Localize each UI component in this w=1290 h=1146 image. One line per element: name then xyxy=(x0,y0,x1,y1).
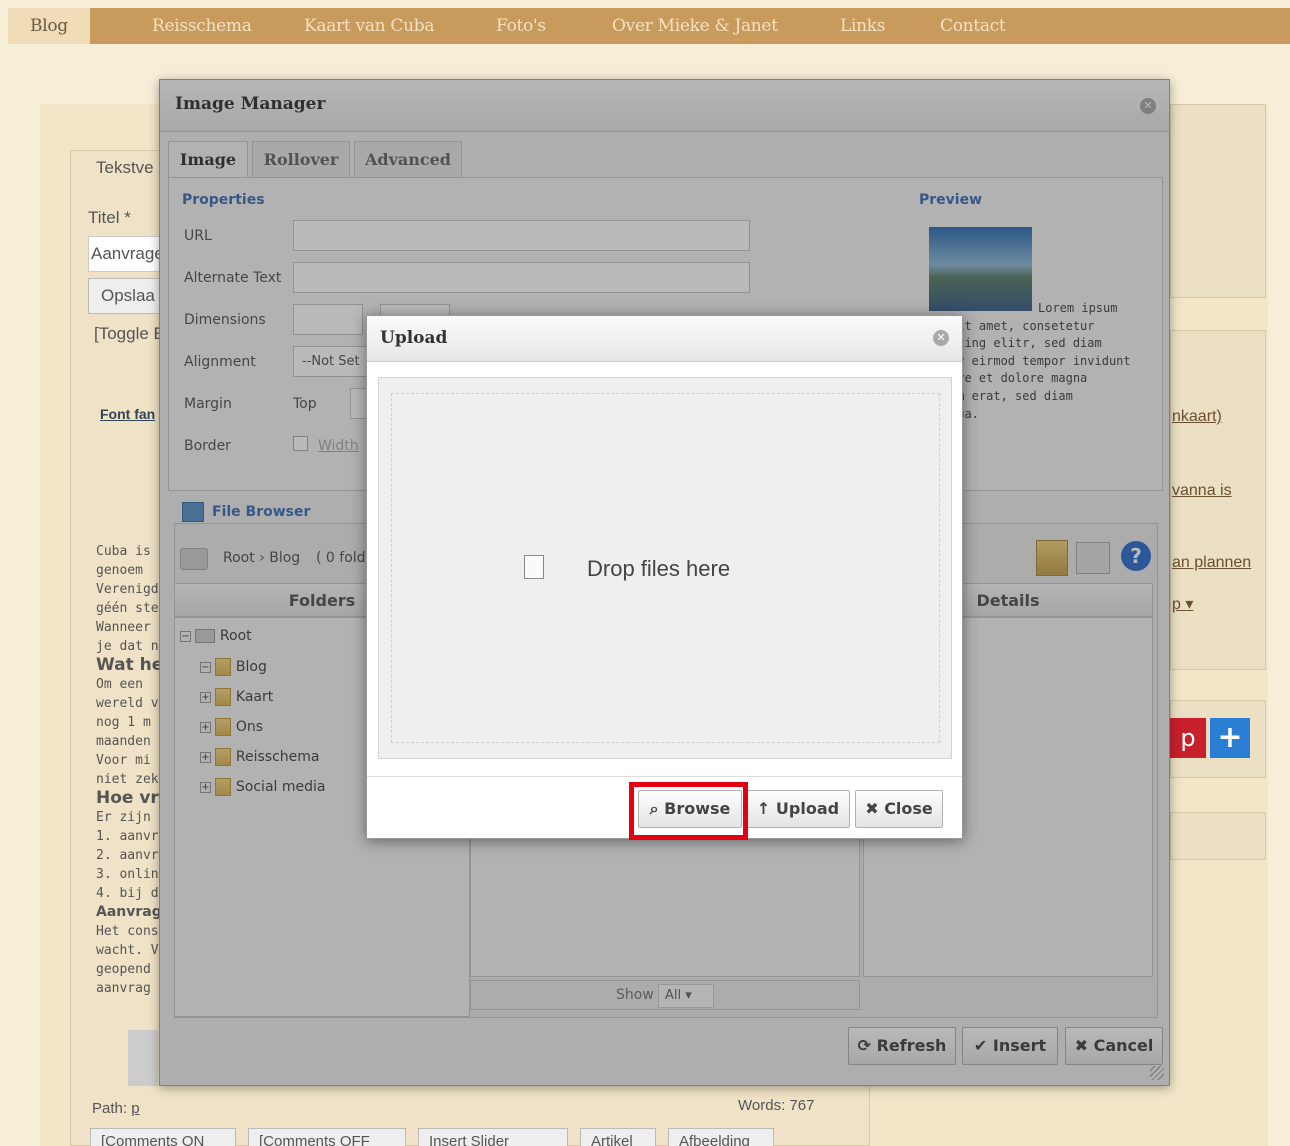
editor-line: 2. aanvr xyxy=(96,848,159,863)
editor-line: Wanneer xyxy=(96,620,151,635)
editor-line: 4. bij de xyxy=(96,886,167,901)
editor-line: Voor mi xyxy=(96,753,151,768)
upload-title: Upload xyxy=(380,328,448,348)
title-label: Titel * xyxy=(88,208,131,227)
close-label: Close xyxy=(884,799,933,818)
nav-kaart-van-cuba[interactable]: Kaart van Cuba xyxy=(304,8,435,44)
toggle-link[interactable]: [Toggle E xyxy=(94,324,165,344)
pinterest-icon[interactable]: p xyxy=(1170,718,1206,758)
editor-line: Er zijn 4 xyxy=(96,810,167,825)
nav-blog[interactable]: Blog xyxy=(8,8,90,44)
comments-on-button[interactable]: [Comments ON xyxy=(90,1128,236,1146)
editor-line: niet zeke xyxy=(96,772,167,787)
sidebar-box xyxy=(1170,104,1266,298)
title-input[interactable]: Aanvrage xyxy=(88,236,168,272)
editor-line: wacht. V xyxy=(96,943,159,958)
site-nav: Blog Reisschema Kaart van Cuba Foto's Ov… xyxy=(8,8,1290,44)
sidebar-box xyxy=(1170,330,1266,670)
sidebar-link[interactable]: vanna is xyxy=(1172,482,1232,500)
editor-line: 3. online xyxy=(96,867,167,882)
sidebar-link[interactable]: an plannen xyxy=(1172,554,1251,572)
editor-heading: Aanvrag xyxy=(96,904,162,920)
editor-content: Cuba is genoem Verenigd géén ste Wanneer… xyxy=(96,542,166,998)
editor-line: Het cons xyxy=(96,924,159,939)
nav-over[interactable]: Over Mieke & Janet xyxy=(612,8,778,44)
highlight-box xyxy=(629,782,748,840)
nav-contact[interactable]: Contact xyxy=(940,8,1006,44)
word-count: Words: 767 xyxy=(738,1097,815,1114)
sidebar-link[interactable]: nkaart) xyxy=(1172,408,1222,426)
drop-text: Drop files here xyxy=(587,556,731,581)
editor-line: Cuba is xyxy=(96,544,151,559)
editor-line: Om een xyxy=(96,677,143,692)
save-button[interactable]: Opslaa xyxy=(88,278,168,314)
arrow-up-icon: ↑ xyxy=(756,799,771,818)
sidebar-box xyxy=(1170,812,1266,860)
editor-heading: Hoe vr xyxy=(96,788,159,808)
nav-links[interactable]: Links xyxy=(840,8,886,44)
editor-line: nog 1 m xyxy=(96,715,151,730)
close-x-icon: ✖ xyxy=(865,799,879,818)
fieldset-legend: Tekstve xyxy=(96,158,154,177)
upload-label: Upload xyxy=(775,799,840,818)
editor-line: géén ste xyxy=(96,601,159,616)
path-label: Path: p xyxy=(92,1100,140,1117)
editor-line: wereld v xyxy=(96,696,159,711)
add-share-icon[interactable]: + xyxy=(1210,718,1250,758)
font-family-select[interactable]: Font fan xyxy=(100,406,155,422)
editor-heading: Wat he xyxy=(96,655,164,675)
file-icon xyxy=(524,555,544,579)
editor-line: genoem xyxy=(96,563,143,578)
artikel-button[interactable]: Artikel xyxy=(580,1128,656,1146)
sidebar-link[interactable]: p ▾ xyxy=(1172,594,1193,614)
upload-header xyxy=(367,316,962,362)
upload-dialog: Upload ✕ Drop files here ⌕ Browse ↑ Uplo… xyxy=(366,315,963,839)
upload-divider xyxy=(367,776,962,777)
insert-slider-button[interactable]: Insert Slider xyxy=(418,1128,568,1146)
editor-line: Verenigd xyxy=(96,582,159,597)
editor-line: aanvrag xyxy=(96,981,151,996)
nav-reisschema[interactable]: Reisschema xyxy=(152,8,252,44)
upload-button[interactable]: ↑ Upload xyxy=(746,790,850,828)
path-value[interactable]: p xyxy=(131,1100,139,1117)
close-button[interactable]: ✖ Close xyxy=(855,790,943,828)
path-label-text: Path: xyxy=(92,1100,128,1117)
editor-line: maanden xyxy=(96,734,151,749)
comments-off-button[interactable]: [Comments OFF xyxy=(248,1128,406,1146)
editor-image xyxy=(128,1030,158,1086)
afbeelding-button[interactable]: Afbeelding xyxy=(668,1128,774,1146)
editor-line: 1. aanvr xyxy=(96,829,159,844)
nav-fotos[interactable]: Foto's xyxy=(496,8,546,44)
editor-line: geopend xyxy=(96,962,151,977)
editor-line: je dat ni xyxy=(96,639,167,654)
drop-zone[interactable]: Drop files here xyxy=(378,377,952,759)
close-icon[interactable]: ✕ xyxy=(933,330,949,346)
